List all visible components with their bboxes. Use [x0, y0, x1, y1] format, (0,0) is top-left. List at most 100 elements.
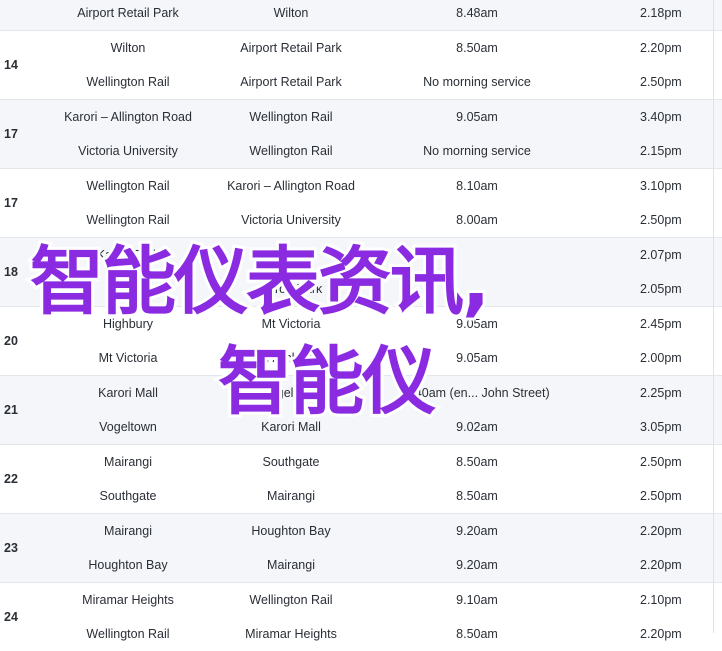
table-row: Wellington Rail Miramar Heights 8.50am 2.20…: [0, 617, 722, 651]
morning-time: 8.48am: [456, 6, 498, 20]
morning-time: 9.05am: [456, 317, 498, 331]
morning-time: 9.20am: [456, 558, 498, 572]
afternoon-time: 2.20pm: [640, 524, 682, 538]
afternoon-time: 2.15pm: [640, 144, 682, 158]
afternoon-time: 2.25pm: [640, 386, 682, 400]
morning-time: 8.50am: [456, 455, 498, 469]
afternoon-time: 2.50pm: [640, 75, 682, 89]
from-stop: Mairangi: [104, 524, 152, 538]
afternoon-time: 2.45pm: [640, 317, 682, 331]
afternoon-time: 2.18pm: [640, 6, 682, 20]
table-row: Airport Retail Park Wilton 8.48am 2.18pm: [0, 0, 722, 30]
afternoon-time: 2.07pm: [640, 248, 682, 262]
to-stop: Houghton Bay: [251, 524, 331, 538]
to-stop: Wilton: [273, 6, 309, 20]
from-stop: Wilton: [110, 41, 146, 55]
from-stop: Vogeltown: [99, 420, 157, 434]
table-row: Wilton Airport Retail Park 8.50am 2.20pm: [0, 31, 722, 65]
from-stop: Mairangi: [104, 455, 152, 469]
route-group: 14 Wilton Airport Retail Park 8.50am 2.20pm W…: [0, 30, 722, 99]
afternoon-time: 3.40pm: [640, 110, 682, 124]
route-group: Airport Retail Park Wilton 8.48am 2.18pm: [0, 0, 722, 30]
table-row: Houghton Bay Mairangi 9.20am 2.20pm: [0, 548, 722, 582]
afternoon-time: 3.10pm: [640, 179, 682, 193]
morning-time: 8.10am: [456, 179, 498, 193]
table-row: Highbury Mt Victoria 9.05am 2.45pm: [0, 307, 722, 341]
from-stop: Miramar: [105, 282, 151, 296]
from-stop: Mt Victoria: [98, 351, 158, 365]
morning-time: No morning service: [423, 144, 531, 158]
from-stop: Highbury: [102, 317, 154, 331]
to-stop: Wellington Rail: [249, 144, 333, 158]
table-row: Miramar Heights Wellington Rail 9.10am 2.10…: [0, 583, 722, 617]
table-row: Karori Mall Vogeltown 8.40am (en... John S…: [0, 376, 722, 410]
morning-time: 9.20am: [456, 524, 498, 538]
table-row: Karori – Allington Road Wellington Rail 9.…: [0, 100, 722, 134]
afternoon-time: 2.10pm: [640, 593, 682, 607]
to-stop: Highbury: [265, 351, 317, 365]
morning-time: 9.05am: [456, 110, 498, 124]
to-stop: Victoria University: [241, 213, 341, 227]
to-stop: Karori Park: [259, 282, 323, 296]
from-stop: Victoria University: [78, 144, 178, 158]
to-stop: Karori Mall: [261, 420, 321, 434]
table-row: Miramar Karori Park 2.05pm: [0, 272, 722, 306]
route-group: 20 Highbury Mt Victoria 9.05am 2.45pm Mt Vict…: [0, 306, 722, 375]
route-group: 18 Karori Park Miramar 2.07pm Miramar Karori …: [0, 237, 722, 306]
from-stop: Karori Mall: [98, 386, 158, 400]
afternoon-time: 2.50pm: [640, 489, 682, 503]
afternoon-time: 2.50pm: [640, 455, 682, 469]
route-group: 22 Mairangi Southgate 8.50am 2.50pm Southgate…: [0, 444, 722, 513]
from-stop: Southgate: [99, 489, 157, 503]
route-group: 23 Mairangi Houghton Bay 9.20am 2.20pm Hought…: [0, 513, 722, 582]
to-stop: Miramar Heights: [245, 627, 337, 641]
afternoon-time: 2.20pm: [640, 627, 682, 641]
to-stop: Miramar: [268, 248, 314, 262]
from-stop: Wellington Rail: [86, 627, 170, 641]
table-row: Karori Park Miramar 2.07pm: [0, 238, 722, 272]
from-stop: Houghton Bay: [88, 558, 168, 572]
to-stop: Airport Retail Park: [240, 75, 342, 89]
table-row: Vogeltown Karori Mall 9.02am 3.05pm: [0, 410, 722, 444]
morning-time: 8.50am: [456, 489, 498, 503]
morning-time: 8.50am: [456, 41, 498, 55]
morning-time: [392, 238, 562, 272]
to-stop: Airport Retail Park: [240, 41, 342, 55]
morning-time: 8.00am: [456, 213, 498, 227]
to-stop: Mairangi: [267, 489, 315, 503]
from-stop: Airport Retail Park: [77, 6, 179, 20]
to-stop: Mt Victoria: [261, 317, 321, 331]
from-stop: Miramar Heights: [82, 593, 174, 607]
to-stop: Karori – Allington Road: [227, 179, 355, 193]
afternoon-time: 2.20pm: [640, 558, 682, 572]
afternoon-time: 2.05pm: [640, 282, 682, 296]
to-stop: Mairangi: [267, 558, 315, 572]
table-row: Mt Victoria Highbury 9.05am 2.00pm: [0, 341, 722, 375]
to-stop: Southgate: [262, 455, 320, 469]
table-row: Wellington Rail Airport Retail Park No mor…: [0, 65, 722, 99]
morning-time: 8.50am: [456, 627, 498, 641]
afternoon-time: 2.00pm: [640, 351, 682, 365]
from-stop: Karori Park: [96, 248, 160, 262]
afternoon-time: 3.05pm: [640, 420, 682, 434]
morning-time: 9.10am: [456, 593, 498, 607]
from-stop: Karori – Allington Road: [64, 110, 192, 124]
afternoon-time: 2.50pm: [640, 213, 682, 227]
from-stop: Wellington Rail: [86, 75, 170, 89]
table-row: Mairangi Southgate 8.50am 2.50pm: [0, 445, 722, 479]
morning-time: 9.05am: [456, 351, 498, 365]
afternoon-time: 2.20pm: [640, 41, 682, 55]
table-row: Wellington Rail Karori – Allington Road 8.…: [0, 169, 722, 203]
to-stop: Wellington Rail: [249, 593, 333, 607]
from-stop: Wellington Rail: [86, 213, 170, 227]
to-stop: Wellington Rail: [249, 110, 333, 124]
table-right-border: [713, 0, 714, 633]
table-row: Southgate Mairangi 8.50am 2.50pm: [0, 479, 722, 513]
timetable: Airport Retail Park Wilton 8.48am 2.18pm 14 W…: [0, 0, 722, 651]
to-stop: Vogeltown: [262, 386, 320, 400]
route-group: 24 Miramar Heights Wellington Rail 9.10am 2.…: [0, 582, 722, 651]
from-stop: Wellington Rail: [86, 179, 170, 193]
table-row: Victoria University Wellington Rail No mor…: [0, 134, 722, 168]
morning-time: No morning service: [423, 75, 531, 89]
route-group: 21 Karori Mall Vogeltown 8.40am (en... John…: [0, 375, 722, 444]
